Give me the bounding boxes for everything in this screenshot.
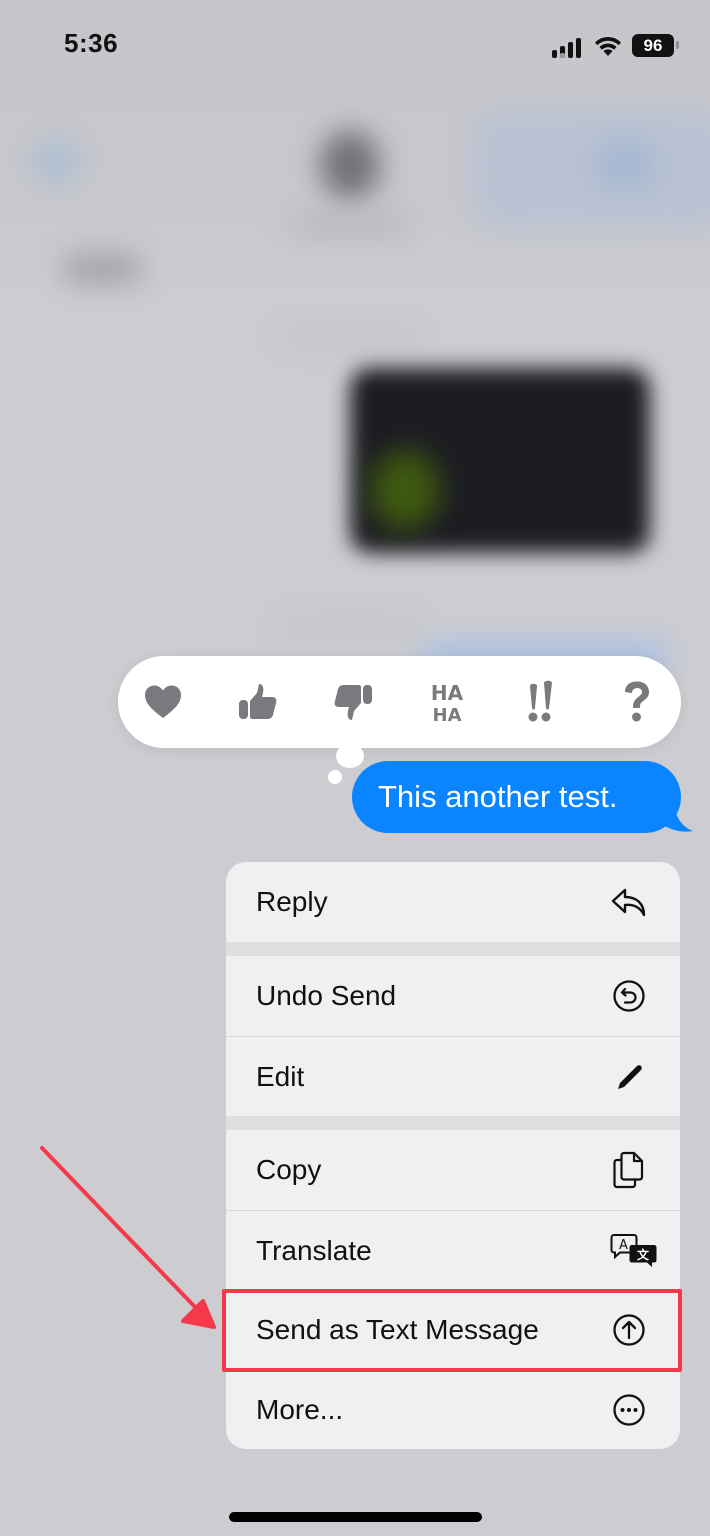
question-icon [625, 681, 649, 722]
ellipsis-circle-icon [610, 1391, 648, 1429]
reaction-heart-button[interactable] [135, 674, 191, 730]
message-bubble-tail [660, 800, 693, 832]
svg-text:HA: HA [431, 681, 464, 705]
svg-text:文: 文 [637, 1247, 650, 1262]
thumbs-down-icon [334, 685, 372, 720]
reply-arrow-icon [610, 883, 648, 921]
battery-tip [676, 41, 679, 49]
svg-text:A: A [619, 1238, 628, 1253]
menu-item-label: Edit [256, 1060, 305, 1092]
menu-item-more[interactable]: More... [226, 1370, 680, 1449]
menu-item-copy[interactable]: Copy [226, 1130, 680, 1210]
blurred-contact-name [290, 215, 410, 235]
blurred-back-button [34, 140, 78, 184]
undo-circle-icon [610, 977, 648, 1015]
reaction-thumbs-down-button[interactable] [325, 674, 381, 730]
tapback-tail-dot-small [328, 770, 342, 784]
menu-item-label: Translate [256, 1234, 372, 1266]
menu-group-separator [226, 942, 680, 956]
blurred-header-tint [470, 110, 710, 230]
reaction-thumbs-up-button[interactable] [230, 674, 286, 730]
battery-icon: 96 [632, 34, 674, 57]
thumbs-up-icon [239, 684, 277, 719]
copy-documents-icon [610, 1151, 648, 1189]
heart-icon [145, 685, 181, 718]
annotation-highlight-box [222, 1289, 682, 1372]
menu-item-label: Copy [256, 1154, 322, 1185]
menu-item-label: Undo Send [256, 980, 397, 1011]
double-exclamation-icon [528, 680, 552, 722]
reaction-question-button[interactable] [609, 674, 665, 730]
blurred-facetime-button [595, 140, 655, 190]
message-text: This another test. [378, 779, 618, 814]
menu-item-translate[interactable]: Translate A文 [226, 1211, 680, 1290]
message-bubble[interactable]: This another test. [352, 761, 681, 833]
pencil-icon [610, 1058, 648, 1096]
blurred-timestamp [280, 330, 420, 344]
blurred-contact-avatar [320, 130, 380, 200]
blurred-image-highlight [370, 450, 440, 530]
tapback-tail-dot [336, 744, 364, 768]
blurred-timestamp [280, 620, 420, 634]
menu-item-undo-send[interactable]: Undo Send [226, 956, 680, 1036]
menu-item-label: More... [256, 1393, 344, 1425]
menu-item-label: Reply [256, 886, 328, 917]
svg-text:HA: HA [433, 705, 462, 725]
home-indicator[interactable] [229, 1512, 482, 1522]
blurred-sidebar-label [62, 255, 142, 283]
wifi-icon [595, 36, 621, 56]
menu-group-separator [226, 1116, 680, 1130]
haha-icon: HA HA [431, 681, 464, 725]
menu-item-reply[interactable]: Reply [226, 862, 680, 942]
signal-icon [552, 36, 586, 58]
status-time: 5:36 [64, 28, 119, 58]
tapback-reaction-bar: HA HA [118, 656, 681, 748]
menu-item-edit[interactable]: Edit [226, 1037, 680, 1116]
reaction-exclamation-button[interactable] [514, 674, 570, 730]
reaction-haha-button[interactable]: HA HA [419, 674, 475, 730]
translate-bubbles-icon: A文 [610, 1232, 658, 1270]
status-bar: 5:36 96 [0, 0, 710, 90]
